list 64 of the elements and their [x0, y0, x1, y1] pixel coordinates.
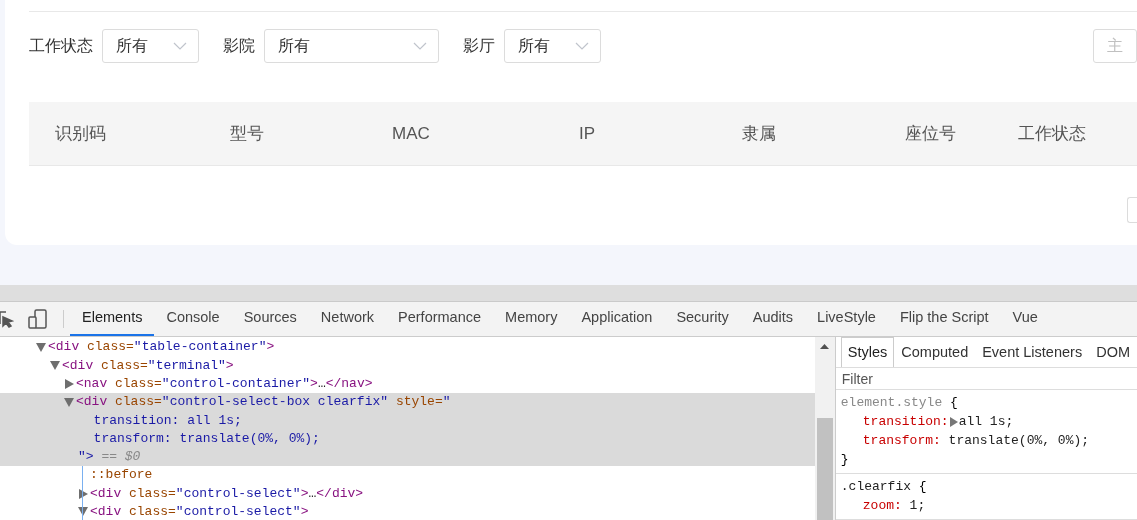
dom-node-text[interactable]: ::before — [90, 465, 153, 485]
filter-dropdown[interactable]: 所有 — [102, 29, 199, 63]
collapsed-triangle-icon[interactable] — [78, 488, 88, 499]
filter-label: 影院 — [223, 36, 255, 56]
expanded-triangle-icon[interactable] — [50, 360, 60, 370]
devtools-tab[interactable]: LiveStyle — [805, 302, 888, 336]
devtools-tab[interactable]: Network — [308, 302, 387, 336]
css-brace: } — [840, 451, 849, 469]
css-brace: { — [918, 479, 927, 494]
css-property[interactable]: transform: — [862, 431, 941, 450]
css-value[interactable]: all 1s; — [958, 412, 1014, 431]
styles-tab[interactable]: DOM — [1089, 337, 1137, 367]
dom-node-text[interactable]: <div class="table-container"> — [48, 337, 275, 357]
column-header-text: IP — [579, 123, 596, 143]
devtools-tab[interactable]: Performance — [386, 302, 494, 336]
dom-node-text[interactable]: <div class="control-select">…</div> — [90, 483, 364, 504]
devtools-tab[interactable]: Vue — [1000, 302, 1050, 336]
expanded-triangle-icon[interactable] — [64, 397, 74, 407]
styles-tab[interactable]: Event Listeners — [975, 337, 1090, 367]
column-header-text: 识别码 — [55, 123, 106, 143]
dom-node-text[interactable]: <nav class="control-container">…</nav> — [76, 374, 373, 394]
chevron-down-icon — [173, 42, 187, 50]
dom-node-text[interactable]: <div class="control-select-box clearfix" style=" — [76, 392, 451, 412]
column-header-text: 工作状态 — [1018, 123, 1086, 143]
chevron-down-icon — [413, 42, 427, 50]
dom-node-text[interactable]: <div class="terminal"> — [62, 355, 234, 376]
expand-triangle-icon[interactable] — [949, 416, 958, 427]
dom-node-text[interactable]: <div class="control-select"> — [90, 502, 309, 520]
column-header-text: MAC — [392, 123, 430, 143]
scroll-up-icon[interactable] — [820, 344, 830, 349]
devtools-tab[interactable]: Console — [154, 302, 232, 336]
styles-tab[interactable]: Styles — [840, 337, 895, 367]
filter-dropdown[interactable]: 所有 — [504, 29, 601, 63]
scrollbar-thumb[interactable] — [816, 418, 833, 520]
column-header-text: 座位号 — [905, 123, 956, 143]
expanded-triangle-icon[interactable] — [78, 507, 88, 517]
dom-node-text[interactable]: transform: translate(0%, 0%); — [78, 428, 320, 449]
css-property[interactable]: zoom: — [862, 496, 902, 515]
devtools-tab[interactable]: Memory — [493, 302, 570, 336]
devtools-tab[interactable]: Application — [569, 302, 665, 336]
css-value[interactable]: 1; — [901, 496, 926, 515]
css-value[interactable]: translate(0%, 0%); — [940, 431, 1090, 450]
css-selector: .clearfix — [840, 479, 911, 494]
dom-node-text[interactable]: "> == $0 — [78, 447, 141, 467]
inspect-cursor-icon[interactable] — [0, 310, 14, 328]
column-header-text: 型号 — [230, 123, 264, 143]
css-property[interactable]: transition: — [862, 412, 949, 431]
css-selector: element.style — [840, 395, 943, 410]
devtools-tab[interactable]: Audits — [740, 302, 806, 336]
devtools-tab[interactable]: Sources — [231, 302, 309, 336]
collapsed-triangle-icon[interactable] — [64, 378, 74, 389]
expanded-triangle-icon[interactable] — [36, 342, 46, 352]
css-brace: { — [950, 395, 958, 410]
filter-label: 工作状态 — [29, 36, 93, 56]
styles-tab[interactable]: Computed — [894, 337, 976, 367]
devtools-tab[interactable]: Security — [664, 302, 741, 336]
chevron-down-icon — [575, 42, 589, 50]
filter-field[interactable]: Filter — [835, 368, 1137, 390]
dom-node-text[interactable]: transition: all 1s; — [78, 410, 242, 431]
column-header-text: 隶属 — [742, 123, 776, 143]
devtools-tab[interactable]: Flip the Script — [887, 302, 1001, 336]
device-icon[interactable] — [28, 309, 48, 329]
filter-dropdown[interactable]: 所有 — [264, 29, 439, 63]
filter-label: 影厅 — [463, 36, 495, 56]
